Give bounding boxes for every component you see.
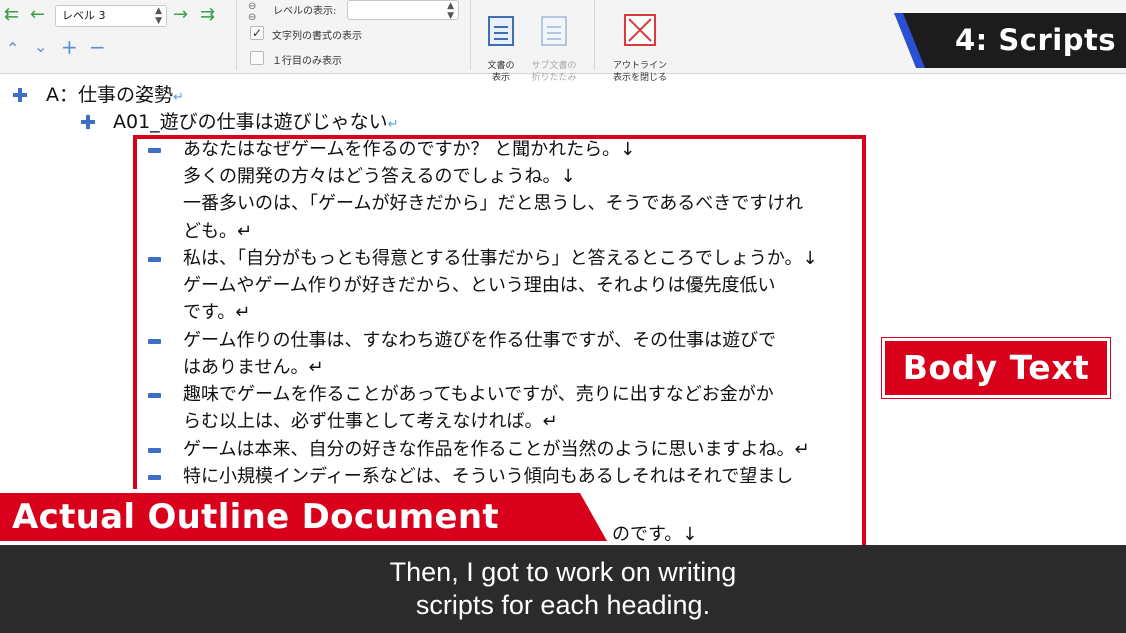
close-icon (624, 14, 656, 46)
document-icon (488, 16, 514, 46)
expand-heading-icon[interactable] (81, 115, 95, 129)
demote-icon[interactable]: → (173, 6, 188, 24)
subtitle-text: Then, I got to work on writing scripts f… (389, 557, 737, 620)
close-outline-view-button[interactable]: アウトライン 表示を閉じる (604, 2, 676, 84)
show-level-select[interactable]: ▲ ▼ (347, 0, 459, 21)
show-document-button[interactable]: 文書の 表示 (477, 4, 525, 84)
stepper-arrows-icon: ▲ ▼ (447, 1, 454, 21)
heading-level2[interactable]: A01_遊びの仕事は遊びじゃない↵ (113, 109, 399, 138)
heading-level1[interactable]: A：仕事の姿勢↵ (46, 82, 184, 111)
stepper-arrows-icon: ▲ ▼ (155, 6, 162, 26)
show-level-label: レベルの表示: (273, 6, 337, 17)
section-badge-title: 4: Scripts (955, 23, 1117, 57)
outline-level-value: レベル 3 (62, 9, 106, 22)
outline-level-select[interactable]: レベル 3 ▲ ▼ (55, 5, 167, 27)
collapse-icon[interactable]: − (89, 37, 106, 57)
paragraph-mark-icon: ↵ (173, 90, 184, 105)
move-up-icon[interactable]: ⌃ (6, 40, 19, 58)
heading-level2-text: A01_遊びの仕事は遊びじゃない (113, 111, 388, 133)
move-down-icon[interactable]: ⌄ (34, 38, 47, 56)
promote-icon[interactable]: ← (30, 6, 45, 24)
ribbon-separator (594, 0, 595, 70)
paragraph-mark-icon: ↵ (387, 117, 399, 132)
ribbon-separator (236, 0, 237, 70)
text-format-label: 文字列の書式の表示 (272, 31, 362, 42)
subdocument-icon (541, 16, 567, 46)
ribbon-separator (470, 0, 471, 70)
expand-heading-icon[interactable] (13, 88, 27, 102)
promote-to-heading1-icon[interactable]: ⇇ (4, 6, 19, 24)
first-line-only-label: １行目のみ表示 (272, 56, 342, 67)
text-format-checkbox[interactable]: ✓ (250, 26, 264, 40)
body-text-label: Body Text (881, 337, 1111, 399)
heading-level1-text: A：仕事の姿勢 (46, 84, 173, 106)
demote-to-body-text-icon[interactable]: ⇉ (200, 6, 215, 24)
show-level-icon: ⊖ ⊖ (248, 1, 257, 23)
first-line-only-checkbox[interactable] (250, 51, 264, 65)
actual-outline-label-text: Actual Outline Document (12, 497, 499, 537)
collapse-subdocuments-button[interactable]: サブ文書の 折りたたみ (526, 4, 582, 84)
expand-icon[interactable]: + (61, 37, 78, 57)
